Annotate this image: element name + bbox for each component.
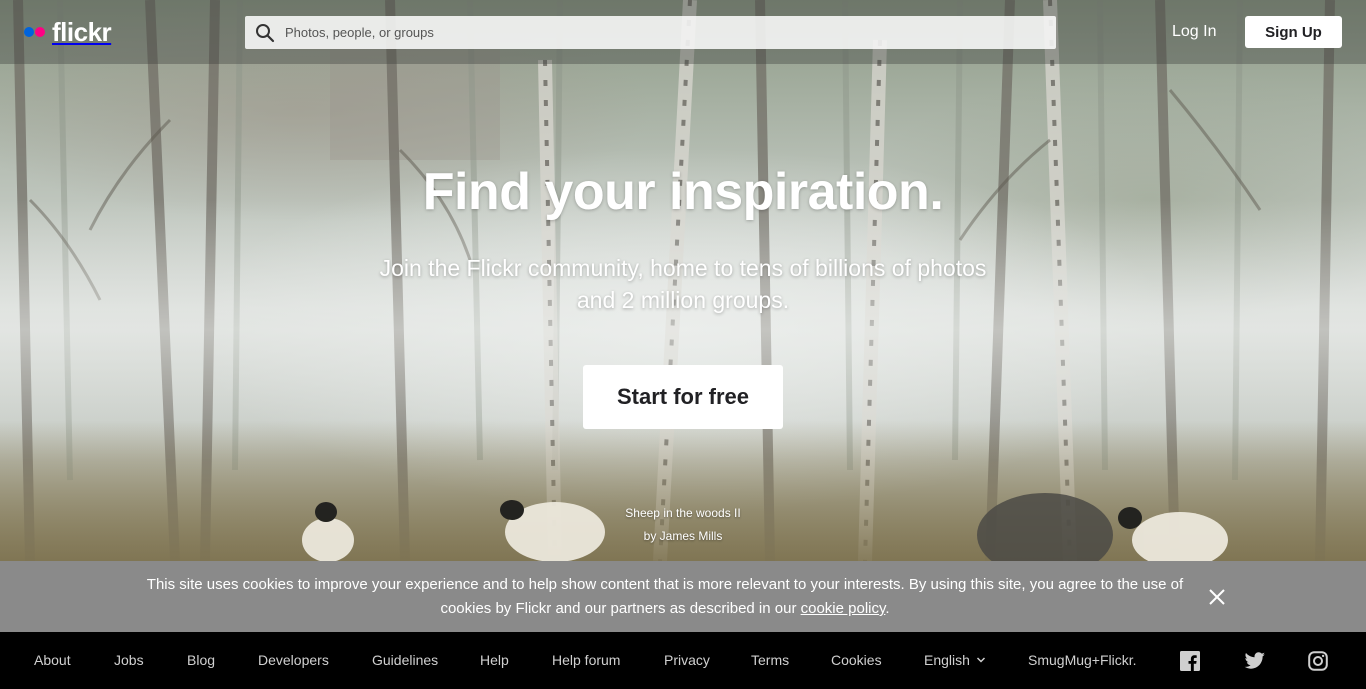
footer-link-jobs[interactable]: Jobs [114,651,144,669]
logo-blue-dot [24,27,34,37]
footer: About Jobs Blog Developers Guidelines He… [0,632,1366,689]
close-icon [1209,589,1225,605]
footer-link-guidelines[interactable]: Guidelines [372,651,438,669]
hero-subtitle: Join the Flickr community, home to tens … [379,255,987,313]
search-input[interactable] [285,25,1045,40]
login-link[interactable]: Log In [1172,20,1216,44]
cookie-close-button[interactable] [1205,585,1229,609]
footer-link-cookies[interactable]: Cookies [831,651,882,669]
footer-link-terms[interactable]: Terms [751,651,789,669]
photo-credit: Sheep in the woods II by James Mills [583,502,783,548]
flickr-logo[interactable]: flickr [24,16,112,48]
photographer-link[interactable]: by James Mills [583,525,783,548]
cookie-text: This site uses cookies to improve your e… [146,576,1184,617]
cookie-text-end: . [885,600,890,617]
footer-link-smugmug[interactable]: SmugMug+Flickr. [1028,651,1137,669]
footer-link-developers[interactable]: Developers [258,651,329,669]
signup-button[interactable]: Sign Up [1245,16,1342,48]
instagram-icon[interactable] [1308,651,1328,671]
footer-link-help-forum[interactable]: Help forum [552,651,620,669]
language-label: English [924,652,970,668]
twitter-icon[interactable] [1244,651,1265,671]
cookie-policy-link[interactable]: cookie policy [801,600,886,617]
cookie-banner: This site uses cookies to improve your e… [0,561,1366,632]
footer-link-about[interactable]: About [34,651,71,669]
logo-wordmark: flickr [52,16,112,47]
chevron-down-icon [976,657,985,663]
photo-title-link[interactable]: Sheep in the woods II [583,502,783,525]
footer-link-blog[interactable]: Blog [187,651,215,669]
language-selector[interactable]: English [924,651,986,669]
start-for-free-button[interactable]: Start for free [583,365,783,429]
top-navigation-bar: flickr Log In Sign Up [0,0,1366,64]
search-icon[interactable] [255,23,275,43]
footer-link-privacy[interactable]: Privacy [664,651,710,669]
footer-link-help[interactable]: Help [480,651,509,669]
hero-title: Find your inspiration. [422,163,944,221]
cookie-message: This site uses cookies to improve your e… [130,573,1200,621]
search-bar [245,16,1056,49]
logo-pink-dot [35,27,45,37]
facebook-icon[interactable] [1180,651,1200,671]
